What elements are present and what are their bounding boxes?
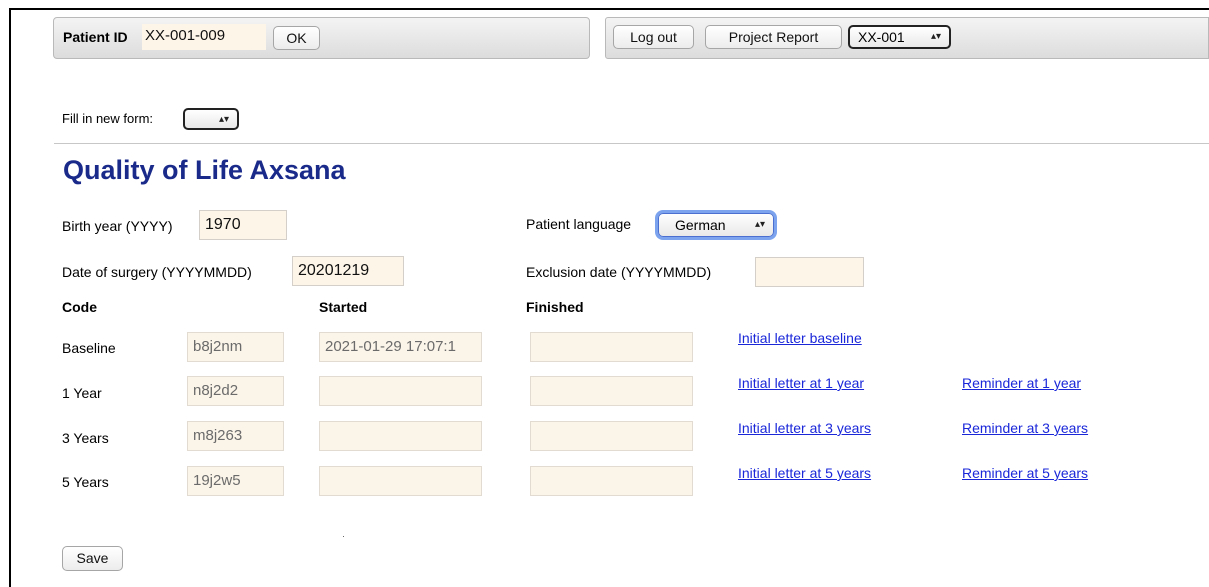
select-arrows-icon: ▴▾: [218, 114, 229, 125]
divider: [54, 143, 1209, 144]
ok-button[interactable]: OK: [273, 26, 320, 50]
started-field-3-years: [319, 421, 482, 451]
row-label-baseline: Baseline: [62, 340, 116, 356]
select-arrows-icon: ▴▾: [754, 219, 765, 230]
patient-id-bar: [53, 17, 590, 59]
patient-id-label: Patient ID: [63, 29, 128, 45]
code-field-baseline: b8j2nm: [187, 332, 284, 362]
birth-year-label: Birth year (YYYY): [62, 218, 173, 234]
initial-letter-1-year-link[interactable]: Initial letter at 1 year: [738, 375, 864, 391]
page-frame: [9, 8, 1209, 587]
project-report-button[interactable]: Project Report: [705, 25, 842, 49]
started-field-1-year: [319, 376, 482, 406]
patient-language-select[interactable]: German ▴▾: [658, 213, 774, 237]
select-arrows-icon: ▴▾: [930, 31, 941, 42]
reminder-5-years-link[interactable]: Reminder at 5 years: [962, 465, 1088, 481]
initial-letter-baseline-link[interactable]: Initial letter baseline: [738, 330, 862, 346]
started-header: Started: [319, 299, 368, 315]
finished-field-5-years: [530, 466, 693, 496]
surgery-date-label: Date of surgery (YYYYMMDD): [62, 264, 252, 280]
stray-dot: [343, 536, 344, 537]
finished-field-3-years: [530, 421, 693, 451]
row-label-3-years: 3 Years: [62, 430, 109, 446]
logout-button[interactable]: Log out: [613, 25, 694, 49]
finished-field-baseline: [530, 332, 693, 362]
started-field-baseline: 2021-01-29 17:07:1: [319, 332, 482, 362]
finished-header: Finished: [526, 299, 584, 315]
new-form-label: Fill in new form:: [62, 111, 154, 126]
row-label-5-years: 5 Years: [62, 474, 109, 490]
code-field-1-year: n8j2d2: [187, 376, 284, 406]
exclusion-date-input[interactable]: [755, 257, 864, 287]
project-select[interactable]: XX-001 ▴▾: [848, 25, 951, 49]
code-header: Code: [62, 299, 97, 315]
row-label-1-year: 1 Year: [62, 385, 102, 401]
birth-year-input[interactable]: 1970: [199, 210, 287, 240]
patient-id-input[interactable]: XX-001-009: [142, 24, 266, 50]
patient-language-value: German: [675, 217, 726, 233]
surgery-date-input[interactable]: 20201219: [292, 256, 404, 286]
initial-letter-3-years-link[interactable]: Initial letter at 3 years: [738, 420, 871, 436]
initial-letter-5-years-link[interactable]: Initial letter at 5 years: [738, 465, 871, 481]
exclusion-date-label: Exclusion date (YYYYMMDD): [526, 264, 712, 280]
started-field-5-years: [319, 466, 482, 496]
page-title: Quality of Life Axsana: [63, 155, 346, 185]
new-form-select[interactable]: ▴▾: [183, 108, 239, 130]
patient-language-label: Patient language: [526, 216, 632, 232]
save-button[interactable]: Save: [62, 546, 123, 571]
project-select-value: XX-001: [858, 29, 905, 45]
code-field-5-years: 19j2w5: [187, 466, 284, 496]
finished-field-1-year: [530, 376, 693, 406]
reminder-3-years-link[interactable]: Reminder at 3 years: [962, 420, 1088, 436]
code-field-3-years: m8j263: [187, 421, 284, 451]
reminder-1-year-link[interactable]: Reminder at 1 year: [962, 375, 1081, 391]
